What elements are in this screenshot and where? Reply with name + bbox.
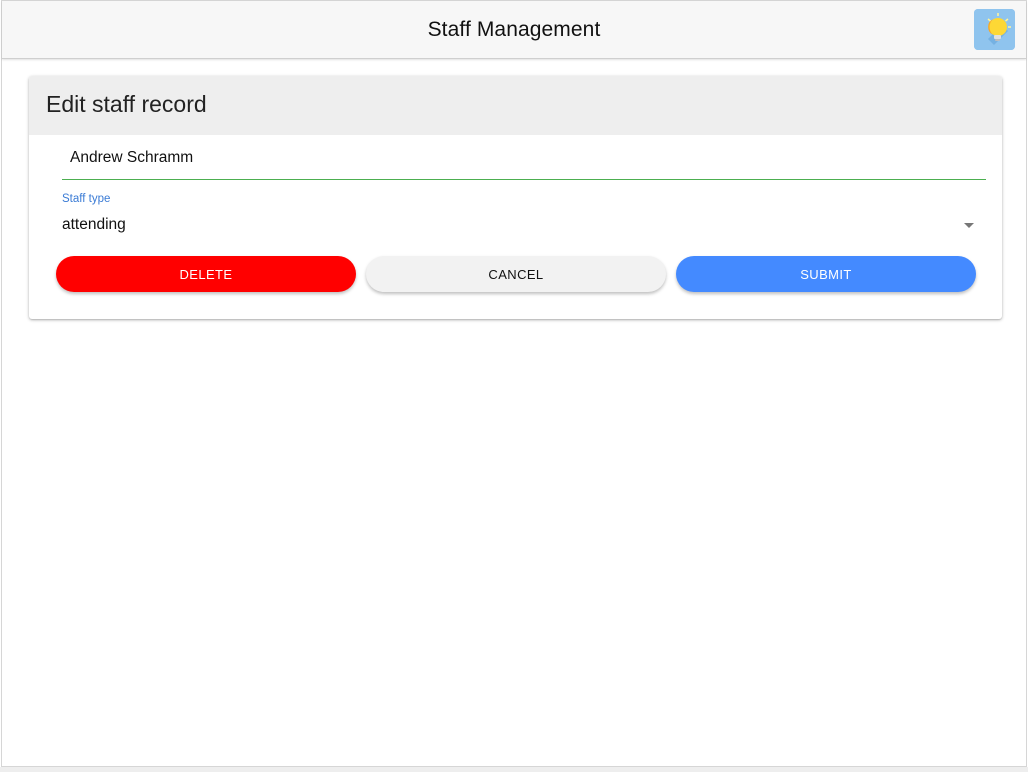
staff-type-label: Staff type	[62, 193, 111, 205]
staff-type-select[interactable]: attending	[62, 214, 986, 238]
app-window: Staff Management Edit staff record Andre…	[1, 0, 1027, 767]
card-header: Edit staff record	[29, 76, 1002, 135]
lightbulb-icon	[974, 9, 1015, 50]
dropdown-arrow-icon	[964, 223, 974, 228]
window-bottom-edge	[0, 767, 1028, 772]
edit-staff-card: Edit staff record Andrew Schramm Staff t…	[29, 76, 1002, 319]
theme-toggle-button[interactable]	[974, 9, 1015, 50]
app-header: Staff Management	[2, 1, 1026, 59]
card-title: Edit staff record	[46, 91, 207, 117]
delete-button[interactable]: DELETE	[56, 256, 356, 292]
staff-type-value: attending	[62, 216, 126, 233]
submit-button[interactable]: SUBMIT	[676, 256, 976, 292]
cancel-button[interactable]: CANCEL	[366, 256, 666, 292]
scrollbar[interactable]	[1020, 61, 1026, 766]
staff-name-value: Andrew Schramm	[70, 149, 194, 166]
page-title: Staff Management	[427, 18, 601, 41]
staff-name-input[interactable]: Andrew Schramm	[62, 146, 986, 180]
